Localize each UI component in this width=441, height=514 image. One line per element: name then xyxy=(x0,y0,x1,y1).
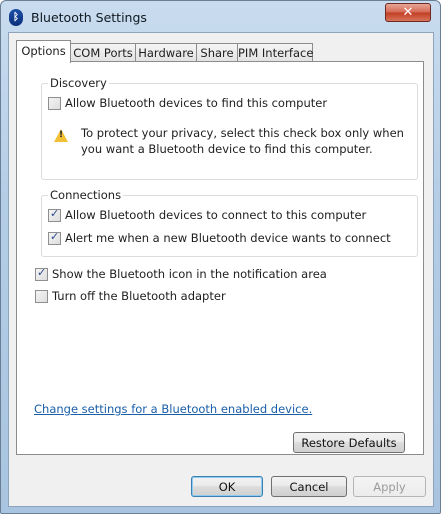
bluetooth-settings-window: ᛒ Bluetooth Settings ✕ Options COM Ports… xyxy=(0,0,441,514)
connections-group-label: Connections xyxy=(48,188,124,202)
turn-off-checkbox[interactable] xyxy=(35,290,48,303)
cancel-button[interactable]: Cancel xyxy=(271,476,347,497)
discovery-group-label: Discovery xyxy=(48,76,109,90)
show-icon-checkbox[interactable] xyxy=(35,266,48,281)
tab-pim-interface[interactable]: PIM Interface xyxy=(237,43,313,62)
tab-options[interactable]: Options xyxy=(16,40,71,63)
dialog-client-area: Options COM Ports Hardware Share PIM Int… xyxy=(8,32,434,507)
tab-hardware[interactable]: Hardware xyxy=(135,43,197,62)
turn-off-label: Turn off the Bluetooth adapter xyxy=(52,289,226,303)
tab-com-ports[interactable]: COM Ports xyxy=(70,43,136,62)
connections-group: Connections xyxy=(41,188,418,257)
warning-mark: ! xyxy=(58,130,64,140)
title-bar[interactable]: ᛒ Bluetooth Settings ✕ xyxy=(1,1,440,33)
allow-find-label: Allow Bluetooth devices to find this com… xyxy=(65,96,328,110)
allow-connect-checkbox[interactable] xyxy=(48,207,61,222)
alert-new-checkbox[interactable] xyxy=(48,230,61,245)
window-title: Bluetooth Settings xyxy=(31,10,147,25)
ok-button[interactable]: OK xyxy=(191,476,263,497)
options-panel: Discovery Allow Bluetooth devices to fin… xyxy=(16,61,424,455)
apply-button[interactable]: Apply xyxy=(353,476,426,497)
tab-share[interactable]: Share xyxy=(196,43,238,62)
alert-new-label: Alert me when a new Bluetooth device wan… xyxy=(65,231,391,245)
bluetooth-icon: ᛒ xyxy=(9,9,23,26)
close-icon: ✕ xyxy=(402,5,414,20)
close-button[interactable]: ✕ xyxy=(385,3,431,22)
change-device-settings-link[interactable]: Change settings for a Bluetooth enabled … xyxy=(34,402,312,416)
show-icon-label: Show the Bluetooth icon in the notificat… xyxy=(52,267,327,281)
warning-text-line1: To protect your privacy, select this che… xyxy=(81,126,404,140)
warning-text-line2: you want a Bluetooth device to find this… xyxy=(81,142,373,156)
allow-connect-label: Allow Bluetooth devices to connect to th… xyxy=(65,208,367,222)
restore-defaults-button[interactable]: Restore Defaults xyxy=(293,432,405,453)
allow-find-checkbox[interactable] xyxy=(48,97,61,110)
